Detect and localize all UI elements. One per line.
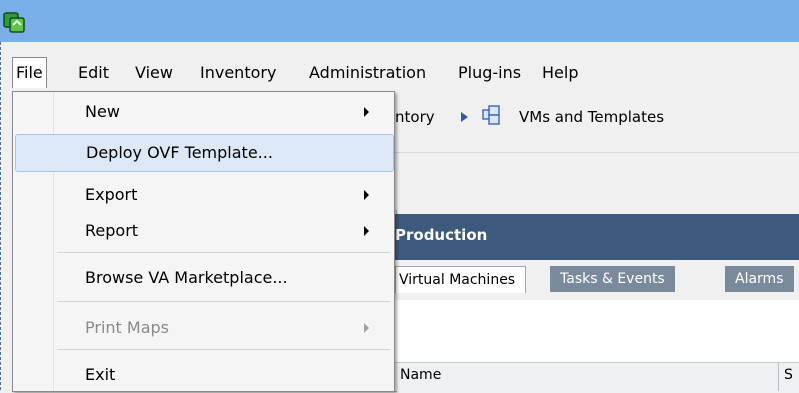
menu-plugins[interactable]: Plug-ins — [454, 60, 525, 86]
breadcrumb-arrow-icon — [461, 112, 468, 122]
content-area: Name S — [395, 300, 799, 391]
tab-virtual-machines[interactable]: Virtual Machines — [395, 266, 527, 293]
menu-inventory[interactable]: Inventory — [196, 60, 280, 86]
menu-item-export[interactable]: Export — [15, 177, 392, 213]
breadcrumb-prev[interactable]: ntory — [395, 108, 435, 126]
column-state[interactable]: S — [784, 367, 793, 383]
menu-administration[interactable]: Administration — [305, 60, 430, 86]
vms-templates-icon — [482, 105, 500, 125]
column-name[interactable]: Name — [400, 367, 441, 383]
dashed-border — [0, 42, 1, 390]
breadcrumb-current[interactable]: VMs and Templates — [519, 108, 664, 126]
menu-file[interactable]: File — [12, 57, 47, 88]
menu-item-label: Exit — [85, 365, 116, 384]
menu-item-report[interactable]: Report — [15, 213, 392, 249]
title-bar — [0, 0, 799, 42]
menu-item-label: Deploy OVF Template... — [86, 143, 273, 162]
menu-item-label: Print Maps — [85, 318, 169, 337]
file-menu-dropdown: New Deploy OVF Template... Export Report… — [12, 91, 395, 392]
menu-item-label: Report — [85, 221, 139, 240]
menu-edit[interactable]: Edit — [74, 60, 113, 86]
panel-title: Production — [395, 226, 488, 244]
menu-help[interactable]: Help — [538, 60, 582, 86]
submenu-arrow-icon — [364, 190, 369, 200]
tab-tasks-events[interactable]: Tasks & Events — [550, 266, 675, 292]
column-separator[interactable] — [778, 363, 779, 391]
breadcrumb: ntory VMs and Templates — [395, 92, 799, 152]
menu-item-browse-va-marketplace[interactable]: Browse VA Marketplace... — [15, 260, 392, 296]
menu-bar: File Edit View Inventory Administration … — [0, 42, 799, 92]
tab-alarms[interactable]: Alarms — [725, 266, 794, 292]
submenu-arrow-icon — [364, 226, 369, 236]
menu-item-label: Export — [85, 185, 138, 204]
vsphere-app-icon[interactable] — [2, 10, 26, 34]
menu-item-label: New — [85, 102, 120, 121]
tab-strip: Virtual Machines Tasks & Events Alarms — [395, 260, 799, 300]
menu-separator — [57, 301, 390, 302]
submenu-arrow-icon — [364, 107, 369, 117]
submenu-arrow-icon — [364, 323, 369, 333]
table-header: Name S — [395, 362, 799, 391]
menu-item-deploy-ovf-template[interactable]: Deploy OVF Template... — [15, 134, 394, 172]
menu-item-print-maps[interactable]: Print Maps — [15, 310, 392, 346]
panel-header: Production — [395, 214, 799, 260]
menu-item-exit[interactable]: Exit — [15, 357, 392, 393]
menu-item-new[interactable]: New — [15, 94, 392, 130]
toolbar — [395, 152, 799, 211]
menu-separator — [57, 349, 390, 350]
menu-item-label: Browse VA Marketplace... — [85, 268, 288, 287]
menu-view[interactable]: View — [131, 60, 177, 86]
menu-separator — [57, 252, 390, 253]
